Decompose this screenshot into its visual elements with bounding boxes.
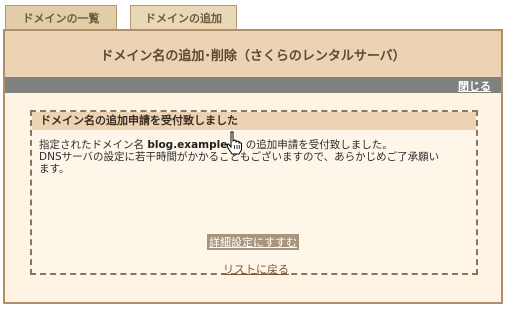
message-line-1: 指定されたドメイン名 blog.example.jp の追加申請を受付致しました… (39, 139, 469, 151)
message-box: ドメイン名の追加申請を受付致しました 指定されたドメイン名 blog.examp… (30, 110, 478, 277)
tab-domain-add[interactable]: ドメインの追加 (130, 5, 237, 30)
page-root: ドメインの一覧 ドメインの追加 ドメイン名の追加･削除（さくらのレンタルサーバ）… (0, 0, 507, 309)
message-line-3: ます。 (39, 163, 70, 175)
panel-title: ドメイン名の追加･削除（さくらのレンタルサーバ） (5, 31, 501, 77)
tab-domain-list[interactable]: ドメインの一覧 (5, 5, 117, 30)
message-line-2: DNSサーバの設定に若干時間がかかることもございますので、あらかじめご了承願い (39, 151, 440, 163)
back-to-list-link[interactable]: リストに戻る (223, 261, 289, 277)
hand-pointer-icon (226, 131, 242, 155)
domain-panel: ドメイン名の追加･削除（さくらのレンタルサーバ） 閉じる ドメイン名の追加申請を… (3, 29, 503, 304)
panel-toolbar: 閉じる (5, 77, 501, 93)
message-body: 指定されたドメイン名 blog.example.jp の追加申請を受付致しました… (39, 139, 469, 175)
message-line-1-prefix: 指定されたドメイン名 (39, 139, 148, 151)
message-title: ドメイン名の追加申請を受付致しました (32, 112, 476, 130)
message-line-1-suffix: の追加申請を受付致しました。 (242, 139, 393, 151)
close-link[interactable]: 閉じる (458, 78, 491, 94)
detail-settings-link[interactable]: 詳細設定にすすむ (207, 234, 300, 250)
